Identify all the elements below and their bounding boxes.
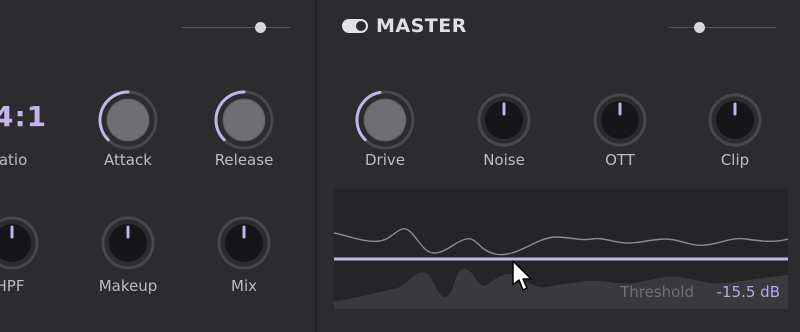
knob-label-mix: Mix [231, 277, 257, 295]
left-panel-slider[interactable] [182, 21, 290, 35]
master-title: MASTER [376, 15, 467, 37]
ratio-value[interactable]: 4:1 [0, 100, 47, 133]
master-toggle[interactable] [342, 19, 368, 33]
knob-label-release: Release [214, 151, 274, 169]
knob-label-hpf: HPF [0, 277, 25, 295]
attack-knob[interactable] [97, 89, 159, 151]
mix-knob[interactable] [216, 215, 272, 271]
knob-label-ratio: Ratio [0, 151, 28, 169]
slider-track [182, 27, 290, 28]
noise-knob[interactable] [476, 92, 532, 148]
knob-label-attack: Attack [104, 151, 152, 169]
master-slider[interactable] [668, 21, 776, 35]
release-knob[interactable] [213, 89, 275, 151]
threshold-value[interactable]: -15.5 dB [717, 283, 780, 301]
makeup-knob[interactable] [100, 215, 156, 271]
threshold-display[interactable]: Threshold -15.5 dB [334, 189, 788, 309]
knob-label-clip: Clip [720, 151, 750, 169]
toggle-knob [356, 21, 366, 31]
slider-thumb[interactable] [694, 22, 705, 33]
knob-label-makeup: Makeup [98, 277, 158, 295]
threshold-label: Threshold [620, 283, 694, 301]
clip-knob[interactable] [707, 92, 763, 148]
output-waveform-line [334, 228, 788, 256]
knob-label-noise: Noise [483, 151, 525, 169]
knob-label-ott: OTT [605, 151, 635, 169]
hpf-knob[interactable] [0, 215, 40, 271]
slider-thumb[interactable] [255, 22, 266, 33]
ott-knob[interactable] [592, 92, 648, 148]
mouse-cursor-icon [512, 260, 532, 291]
knob-label-drive: Drive [365, 151, 405, 169]
slider-track [668, 27, 776, 28]
drive-knob[interactable] [354, 89, 416, 151]
